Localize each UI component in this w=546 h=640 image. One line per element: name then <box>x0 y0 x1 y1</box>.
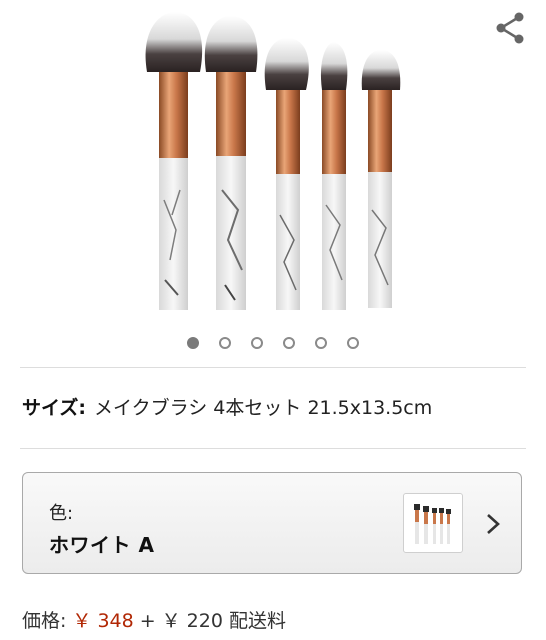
carousel-dot-1[interactable] <box>187 337 199 349</box>
color-label: 色: <box>49 503 74 524</box>
carousel-dot-4[interactable] <box>283 337 295 349</box>
brush-2 <box>204 16 258 310</box>
price-amount: ￥ 348 <box>72 610 134 632</box>
brush-3 <box>264 38 309 310</box>
chevron-right-icon <box>487 514 500 534</box>
color-value: ホワイト A <box>49 533 155 557</box>
product-image-carousel[interactable] <box>0 0 546 330</box>
carousel-dot-2[interactable] <box>219 337 231 349</box>
color-thumbnail <box>403 493 463 553</box>
shipping-fee: ￥ 220 配送料 <box>161 610 286 632</box>
carousel-pagination <box>0 337 546 349</box>
price-label: 価格: <box>22 610 67 632</box>
share-icon[interactable] <box>492 10 528 46</box>
brush-4 <box>320 42 348 310</box>
carousel-dot-3[interactable] <box>251 337 263 349</box>
price-plus: + <box>139 610 156 632</box>
product-image <box>145 12 401 310</box>
brush-5 <box>361 50 401 308</box>
size-row: サイズ: メイクブラシ 4本セット 21.5x13.5cm <box>22 393 432 420</box>
carousel-dot-6[interactable] <box>347 337 359 349</box>
divider <box>20 448 526 449</box>
color-selector[interactable]: 色: ホワイト A <box>22 472 522 574</box>
carousel-dot-5[interactable] <box>315 337 327 349</box>
price-row: 価格: ￥ 348 + ￥ 220 配送料 <box>22 606 286 633</box>
brush-1 <box>145 12 203 310</box>
divider <box>20 367 526 368</box>
size-value: メイクブラシ 4本セット 21.5x13.5cm <box>94 397 433 419</box>
size-label: サイズ: <box>22 397 87 419</box>
